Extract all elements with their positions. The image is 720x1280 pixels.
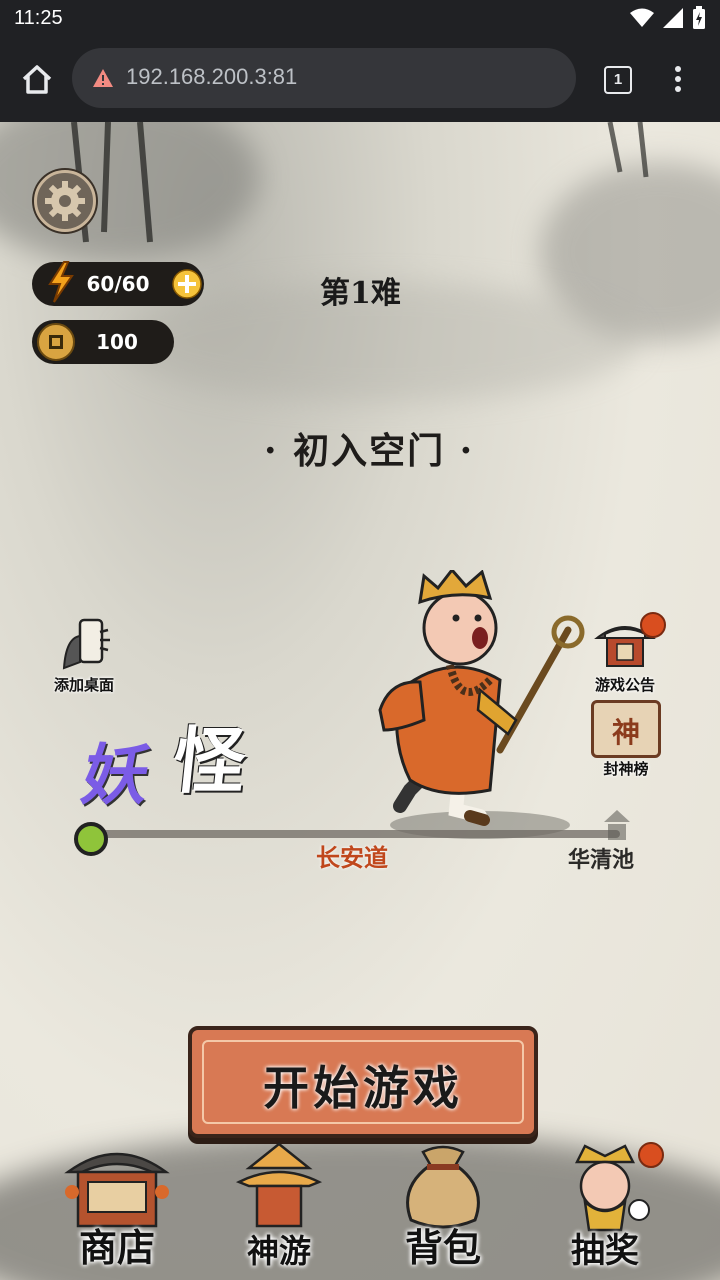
monster-glyph-guai: 怪 — [168, 718, 250, 803]
next-location: 华清池 — [568, 847, 635, 873]
settings-button[interactable] — [34, 170, 96, 232]
monster-label: 妖 怪 — [76, 702, 278, 814]
nav-divine-travel[interactable]: 神游 — [214, 1142, 344, 1280]
nav-backpack[interactable]: 背包 — [378, 1142, 508, 1280]
tab-switcher-button[interactable]: 1 — [604, 66, 632, 94]
address-bar[interactable]: 192.168.200.3:81 — [72, 48, 576, 108]
scroll-icon: 神 — [591, 700, 661, 758]
status-icons — [630, 6, 706, 30]
start-game-label: 开始游戏 — [263, 1061, 463, 1115]
home-icon[interactable] — [20, 62, 54, 96]
notification-dot — [638, 1142, 664, 1168]
more-menu-icon[interactable] — [668, 64, 688, 94]
browser-toolbar: 192.168.200.3:81 1 — [0, 36, 720, 122]
route-path — [100, 830, 620, 838]
nav-lottery-label: 抽奖 — [571, 1231, 639, 1271]
monk-character — [378, 570, 585, 839]
battery-icon — [693, 6, 705, 29]
monster-glyph-yao: 妖 — [76, 736, 156, 814]
pagoda-icon — [604, 810, 630, 840]
wifi-icon — [630, 8, 654, 27]
coin-counter: 100 — [32, 320, 174, 364]
nav-backpack-label: 背包 — [404, 1225, 481, 1270]
stage-number: 第1难 — [320, 276, 401, 311]
coin-value: 100 — [96, 330, 138, 354]
status-time: 11:25 — [14, 7, 63, 29]
level-title: · 初入空门 · — [264, 430, 475, 472]
url-text[interactable]: 192.168.200.3:81 — [126, 64, 297, 90]
current-location: 长安道 — [316, 843, 388, 872]
start-game-button[interactable]: 开始游戏 — [188, 1026, 538, 1138]
energy-counter: 60/60 — [32, 261, 204, 306]
nav-shop-label: 商店 — [78, 1225, 155, 1270]
notification-dot — [640, 612, 666, 638]
add-to-desktop-button[interactable]: 添加桌面 — [44, 618, 124, 695]
nav-divine-travel-label: 神游 — [246, 1232, 311, 1270]
temple-icon — [235, 1142, 323, 1228]
add-energy-icon[interactable] — [172, 269, 202, 299]
phone-hand-icon — [62, 618, 110, 670]
progress-marker — [74, 822, 108, 856]
fengshen-glyph: 神 — [611, 716, 640, 749]
status-bar: 11:25 — [0, 0, 720, 36]
bamboo-icon — [607, 122, 649, 178]
add-to-desktop-label: 添加桌面 — [53, 676, 114, 694]
gear-icon — [45, 181, 85, 221]
nav-lottery[interactable]: 抽奖 — [540, 1142, 670, 1280]
signal-icon — [663, 8, 683, 28]
game-scene: 60/60 100 第1难 · 初入空门 · 添加桌面 游戏公告 神 封神榜 妖… — [0, 122, 720, 1280]
nav-shop[interactable]: 商店 — [52, 1142, 182, 1280]
warning-icon[interactable] — [92, 68, 114, 88]
